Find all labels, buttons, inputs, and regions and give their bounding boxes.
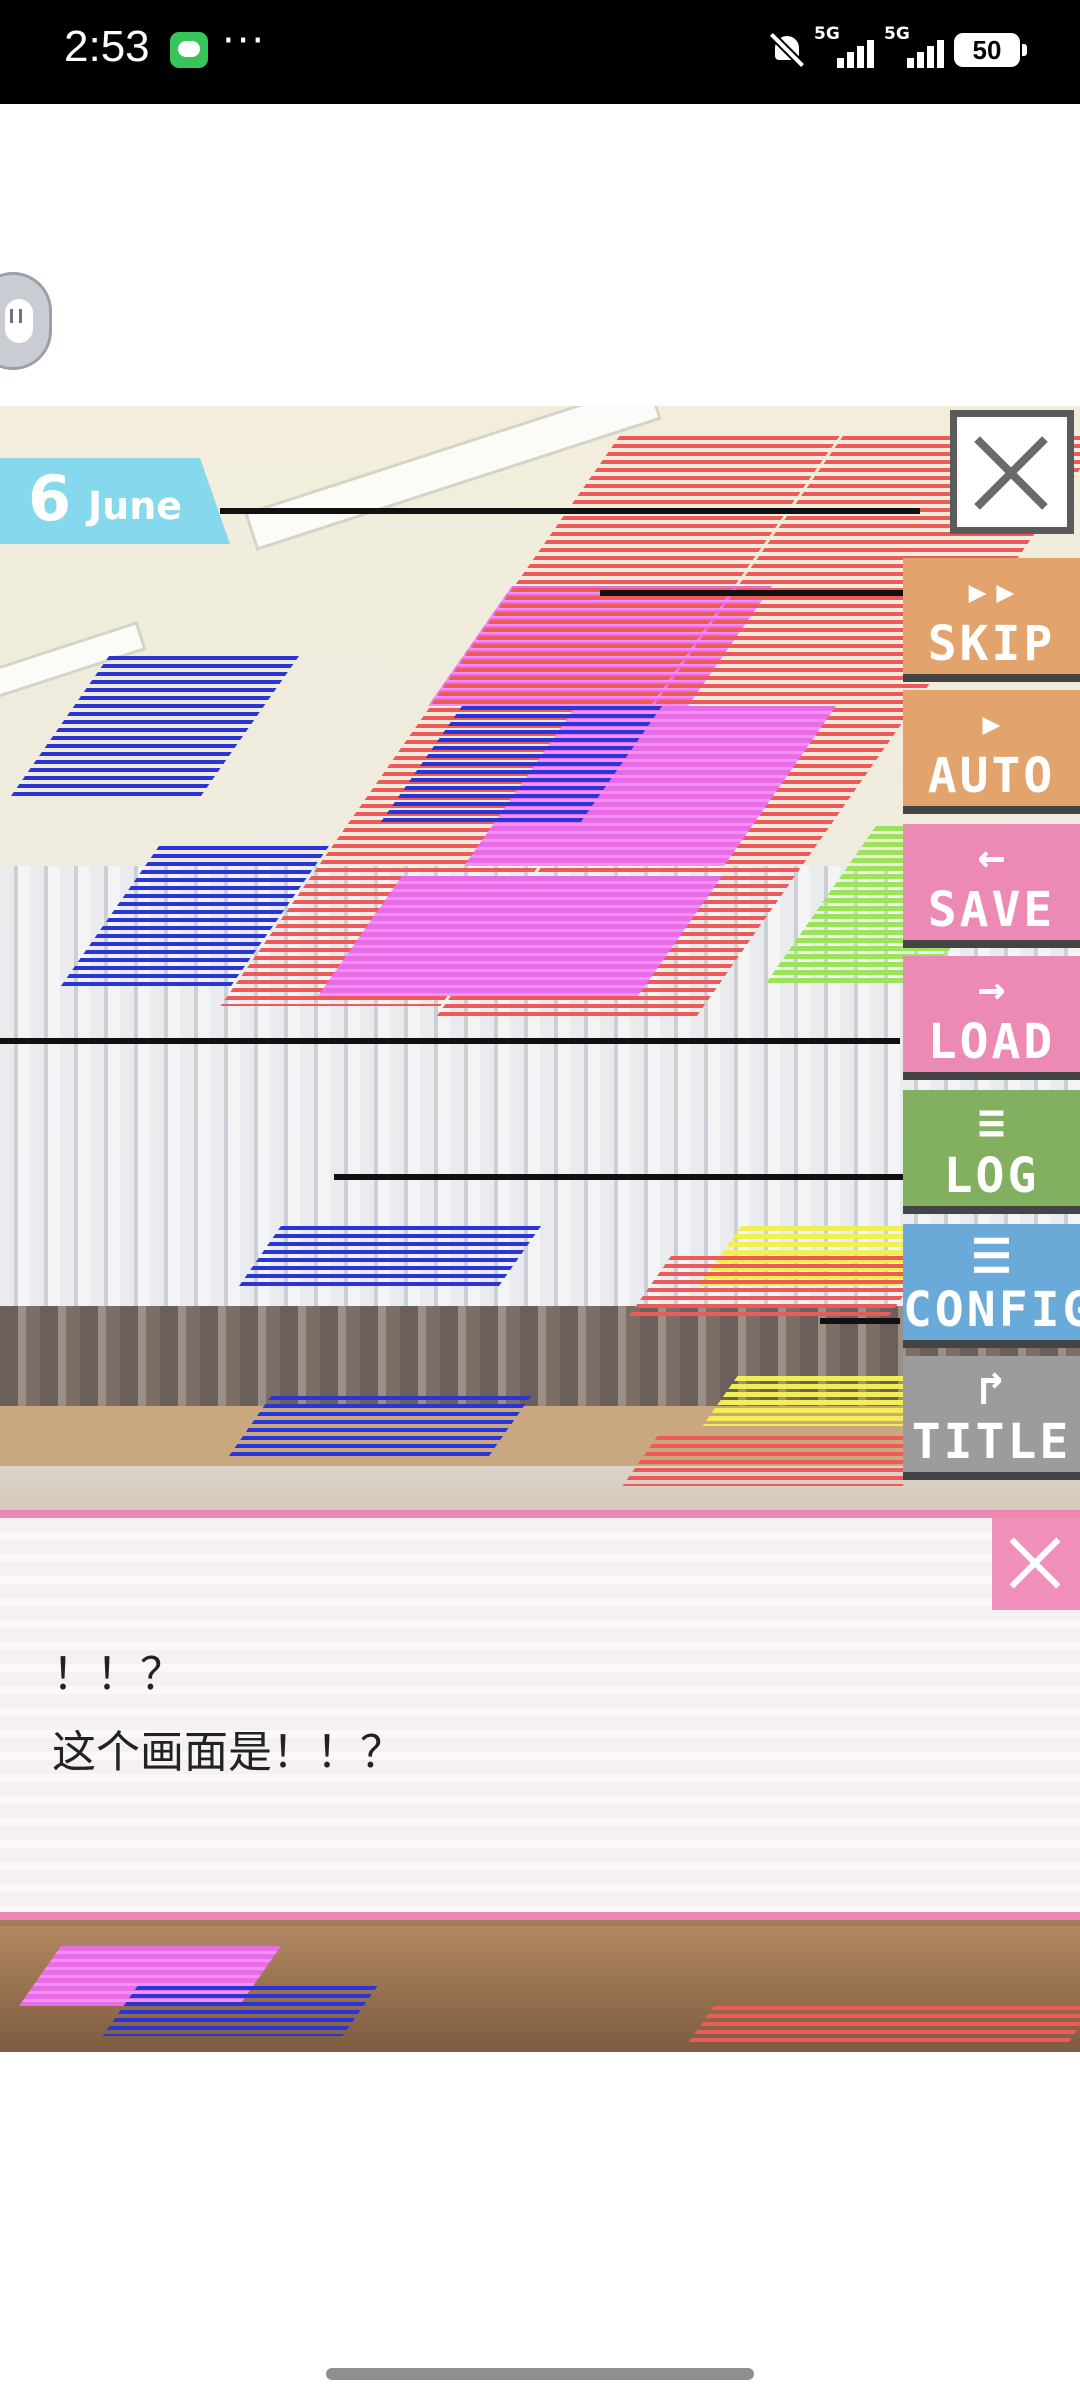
glitch-line xyxy=(820,1318,900,1324)
auto-label: AUTO xyxy=(927,748,1056,804)
dialog-line: 这个画面是！！？ xyxy=(52,1727,404,1778)
glitch-artifact xyxy=(238,1226,542,1286)
glitch-line xyxy=(220,508,920,514)
config-button[interactable]: ☰ CONFIG xyxy=(903,1224,1080,1348)
play-icon: ▸ xyxy=(977,695,1006,749)
save-button[interactable]: ← SAVE xyxy=(903,824,1080,948)
battery-icon: 50 xyxy=(954,33,1027,67)
load-button[interactable]: → LOAD xyxy=(903,956,1080,1080)
glitch-artifact xyxy=(622,1436,938,1486)
status-bar: 2:53 ··· 5G 5G 50 xyxy=(0,0,1080,104)
glitch-artifact xyxy=(102,1986,378,2036)
glitch-line xyxy=(334,1174,904,1180)
date-day: 6 xyxy=(28,462,72,535)
network-type-label: 5G xyxy=(814,24,840,44)
title-button[interactable]: ↱ TITLE xyxy=(903,1356,1080,1480)
skip-button[interactable]: ▸▸ SKIP xyxy=(903,558,1080,682)
log-label: LOG xyxy=(943,1148,1040,1204)
auto-button[interactable]: ▸ AUTO xyxy=(903,690,1080,814)
fast-forward-icon: ▸▸ xyxy=(963,563,1020,617)
message-notification-icon xyxy=(170,32,208,68)
lines-icon: ≡ xyxy=(977,1095,1006,1149)
config-label: CONFIG xyxy=(903,1282,1080,1338)
close-game-button[interactable] xyxy=(950,410,1074,534)
load-label: LOAD xyxy=(927,1014,1056,1070)
glitch-artifact xyxy=(685,2006,1080,2046)
skip-label: SKIP xyxy=(927,616,1056,672)
signal-icon: 5G xyxy=(884,24,944,70)
status-time: 2:53 xyxy=(64,22,150,71)
date-tab: 6 June xyxy=(0,458,230,544)
dialog-box[interactable]: ！！？ 这个画面是！！？ xyxy=(0,1510,1080,1920)
dialog-line: ！！？ xyxy=(52,1649,184,1700)
floating-assistant-button[interactable] xyxy=(0,272,52,370)
glitch-artifact xyxy=(628,1256,932,1316)
silent-mode-icon xyxy=(770,32,804,68)
arrow-left-icon: ← xyxy=(977,829,1006,883)
turn-arrow-icon: ↱ xyxy=(977,1361,1006,1415)
glitch-line xyxy=(600,590,920,596)
glitch-artifact xyxy=(228,1396,532,1456)
arrow-right-icon: → xyxy=(977,961,1006,1015)
signal-icon: 5G xyxy=(814,24,874,70)
list-icon: ☰ xyxy=(970,1229,1013,1283)
status-icons: 5G 5G 50 xyxy=(770,24,1027,72)
save-label: SAVE xyxy=(927,882,1056,938)
close-dialog-button[interactable] xyxy=(992,1518,1080,1610)
more-notifications-icon: ··· xyxy=(222,18,267,64)
log-button[interactable]: ≡ LOG xyxy=(903,1090,1080,1214)
title-label: TITLE xyxy=(911,1414,1072,1470)
game-screen[interactable]: 6 June ▸▸ SKIP ▸ AUTO ← SAVE → LOAD ≡ LO… xyxy=(0,406,1080,2052)
network-type-label: 5G xyxy=(884,24,910,44)
glitch-line xyxy=(0,1038,900,1044)
date-month: June xyxy=(88,484,183,528)
home-indicator[interactable] xyxy=(326,2368,754,2380)
